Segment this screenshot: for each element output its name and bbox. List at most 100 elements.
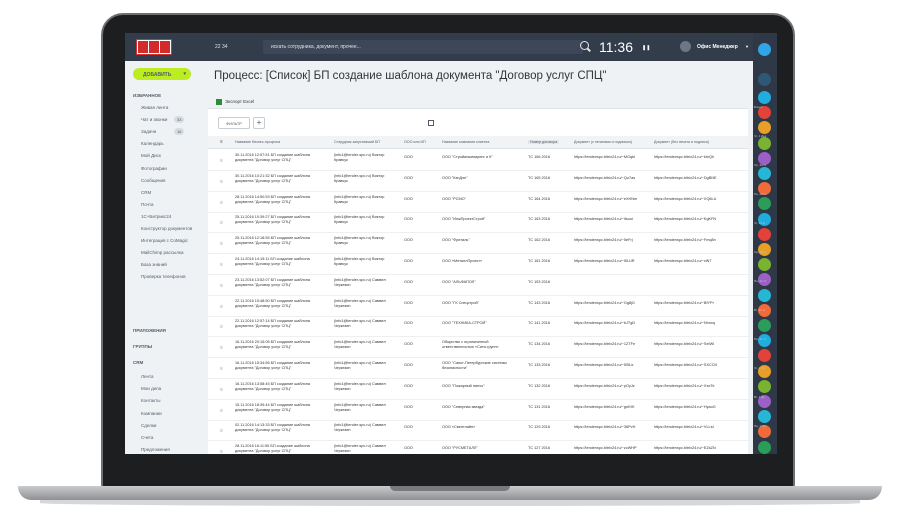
- settings-icon[interactable]: ≡: [220, 139, 223, 145]
- sidebar-item[interactable]: Проверка телефонов: [141, 274, 185, 279]
- row-menu-icon[interactable]: ≡: [220, 324, 223, 330]
- sidebar-item[interactable]: Мой Диск: [141, 153, 161, 158]
- doc-unsigned-link[interactable]: https://tendenspc.bitrix24.ru/~XxeTe: [654, 384, 714, 389]
- contact-avatar[interactable]: [758, 440, 771, 454]
- table-row[interactable]: ≡ 16.11.2016 15:34:56 БП создание шаблона…: [208, 358, 748, 379]
- apps-section[interactable]: ПРИЛОЖЕНИЯ: [133, 328, 166, 333]
- doc-signed-link[interactable]: https://tendenspc.bitrix24.ru/~gnKHI: [574, 405, 634, 410]
- excel-icon[interactable]: [216, 99, 222, 105]
- sidebar-item[interactable]: Чат и звонки: [141, 117, 167, 122]
- row-menu-icon[interactable]: ≡: [220, 408, 223, 414]
- avatar[interactable]: [680, 41, 691, 52]
- doc-unsigned-link[interactable]: https://tendenspc.bitrix24.ru/~VLLst: [654, 425, 714, 430]
- table-row[interactable]: ≡ 02.11.2016 14:13:33 БП создание шаблона…: [208, 420, 748, 442]
- row-menu-icon[interactable]: ≡: [220, 158, 223, 164]
- doc-unsigned-link[interactable]: https://tendenspc.bitrix24.ru/~HyaoG: [654, 405, 716, 410]
- contact-avatar[interactable]: [758, 167, 771, 180]
- doc-signed-link[interactable]: https://tendenspc.bitrix24.ru/~5SiLk: [574, 363, 633, 368]
- chevron-down-icon[interactable]: ▼: [745, 44, 749, 49]
- clock[interactable]: 11:36: [599, 39, 633, 55]
- doc-unsigned-link[interactable]: https://tendenspc.bitrix24.ru/~BfYPr: [654, 301, 714, 306]
- crm-item[interactable]: Лента: [141, 374, 153, 379]
- doc-unsigned-link[interactable]: https://tendenspc.bitrix24.ru/~XQ6LU: [654, 197, 716, 202]
- table-row[interactable]: ≡ 28.11.2016 14:50:53 БП создание шаблона…: [208, 192, 748, 213]
- column-header[interactable]: Номер договора: [528, 140, 560, 144]
- row-menu-icon[interactable]: ≡: [220, 304, 223, 310]
- contact-avatar[interactable]: [758, 319, 771, 332]
- contact-avatar[interactable]: [758, 258, 771, 272]
- user-name[interactable]: Офис Менеджер: [697, 44, 738, 50]
- help-icon[interactable]: [758, 43, 771, 56]
- sidebar-item[interactable]: Сообщения: [141, 178, 165, 183]
- sidebar-item[interactable]: Конструктор документов: [141, 226, 192, 231]
- column-header[interactable]: Документ (без печати и подписи): [654, 140, 709, 144]
- company-logo[interactable]: [136, 39, 172, 55]
- row-menu-icon[interactable]: ≡: [220, 262, 223, 268]
- contact-avatar[interactable]: [758, 227, 771, 241]
- doc-unsigned-link[interactable]: https://tendenspc.bitrix24.ru/~KgKFN: [654, 217, 716, 222]
- add-button[interactable]: ДОБАВИТЬ: [133, 68, 191, 80]
- search-input[interactable]: искать сотрудника, документ, прочее...: [263, 40, 583, 54]
- sidebar-item[interactable]: MailChimp рассылка: [141, 250, 183, 255]
- pause-icon[interactable]: ❚❚: [642, 45, 650, 51]
- contact-avatar[interactable]: [758, 121, 771, 135]
- sidebar-item[interactable]: Почта: [141, 202, 154, 207]
- groups-section[interactable]: ГРУППЫ: [133, 344, 152, 349]
- contact-avatar[interactable]: [758, 197, 771, 211]
- doc-signed-link[interactable]: https://tendenspc.bitrix24.ru/~itsouI: [574, 217, 633, 222]
- table-row[interactable]: ≡ 16.11.2016 20:15:05 БП создание шаблона…: [208, 337, 748, 359]
- row-menu-icon[interactable]: ≡: [220, 387, 223, 393]
- row-menu-icon[interactable]: ≡: [220, 283, 223, 289]
- doc-signed-link[interactable]: https://tendenspc.bitrix24.ru/~MGqbi: [574, 155, 635, 160]
- crm-item[interactable]: Предложения: [141, 447, 170, 452]
- doc-signed-link[interactable]: https://tendenspc.bitrix24.ru/~eXHNm: [574, 197, 637, 202]
- crm-item[interactable]: Мои дела: [141, 386, 161, 391]
- doc-signed-link[interactable]: https://tendenspc.bitrix24.ru/~zcWHP: [574, 446, 637, 451]
- doc-signed-link[interactable]: https://tendenspc.bitrix24.ru/~l5LUR: [574, 259, 634, 264]
- table-row[interactable]: ≡ 24.11.2016 14:15:11 БП создание шаблона…: [208, 254, 748, 275]
- doc-unsigned-link[interactable]: https://tendenspc.bitrix24.ru/~DgBNE: [654, 176, 717, 181]
- doc-unsigned-link[interactable]: https://tendenspc.bitrix24.ru/~SXCOX: [654, 363, 717, 368]
- table-row[interactable]: ≡ 25.11.2016 12:18:55 БП создание шаблона…: [208, 233, 748, 255]
- crm-item[interactable]: Компании: [141, 411, 162, 416]
- search-icon[interactable]: [580, 41, 589, 50]
- dashboard-icon[interactable]: [758, 73, 771, 86]
- doc-unsigned-link[interactable]: https://tendenspc.bitrix24.ru/~SeIWI: [654, 342, 714, 347]
- table-row[interactable]: ≡ 22.11.2016 12:57:14 БП создание шаблона…: [208, 316, 748, 338]
- row-menu-icon[interactable]: ≡: [220, 241, 223, 247]
- table-row[interactable]: ≡ 16.11.2016 13:58:45 БП создание шаблона…: [208, 379, 748, 400]
- crm-item[interactable]: Контакты: [141, 398, 160, 403]
- contact-avatar[interactable]: [758, 136, 771, 150]
- column-header[interactable]: Название компании клиента: [442, 140, 489, 144]
- crm-item[interactable]: Сделки: [141, 423, 156, 428]
- doc-unsigned-link[interactable]: https://tendenspc.bitrix24.ru/~ktnQh: [654, 155, 714, 160]
- export-excel-link[interactable]: Экспорт Excel: [225, 99, 254, 104]
- sidebar-item[interactable]: CRM: [141, 190, 151, 195]
- notification-counters[interactable]: 22 34: [215, 44, 228, 50]
- table-row[interactable]: ≡ 28.11.2016 16:11:55 БП создание шаблона…: [208, 441, 748, 454]
- table-row[interactable]: ≡ 25.11.2016 10:39:27 БП создание шаблона…: [208, 212, 748, 234]
- doc-signed-link[interactable]: https://tendenspc.bitrix24.ru/~Qu7as: [574, 176, 635, 181]
- sidebar-item[interactable]: Живая лента: [141, 105, 168, 110]
- doc-unsigned-link[interactable]: https://tendenspc.bitrix24.ru/~xiN7: [654, 259, 712, 264]
- doc-signed-link[interactable]: https://tendenspc.bitrix24.ru/~pOyJz: [574, 384, 635, 389]
- table-row[interactable]: ≡ 30.11.2016 12:57:51 БП создание шаблона…: [208, 150, 748, 171]
- sidebar-item[interactable]: Задачи: [141, 129, 156, 134]
- doc-unsigned-link[interactable]: https://tendenspc.bitrix24.ru/~Nhnxq: [654, 321, 715, 326]
- calendar-icon[interactable]: [428, 120, 434, 126]
- table-row[interactable]: ≡ 23.11.2016 13:52:07 БП создание шаблона…: [208, 275, 748, 296]
- row-menu-icon[interactable]: ≡: [220, 449, 223, 454]
- contact-avatar[interactable]: [758, 349, 771, 363]
- sidebar-item[interactable]: База знаний: [141, 262, 167, 267]
- column-header[interactable]: Название бизнес-процесса: [235, 140, 280, 144]
- filter-button[interactable]: ФИЛЬТР: [218, 117, 250, 129]
- sidebar-item[interactable]: Интеграция с CoMagic: [141, 238, 188, 243]
- row-menu-icon[interactable]: ≡: [220, 345, 223, 351]
- sidebar-item[interactable]: 1С+Битрикс24: [141, 214, 171, 219]
- row-menu-icon[interactable]: ≡: [220, 179, 223, 185]
- contact-avatar[interactable]: [758, 288, 771, 302]
- contact-avatar[interactable]: [758, 379, 771, 393]
- row-menu-icon[interactable]: ≡: [220, 428, 223, 434]
- doc-signed-link[interactable]: https://tendenspc.bitrix24.ru/~36PvH: [574, 425, 635, 430]
- sidebar-item[interactable]: Фотографии: [141, 166, 167, 171]
